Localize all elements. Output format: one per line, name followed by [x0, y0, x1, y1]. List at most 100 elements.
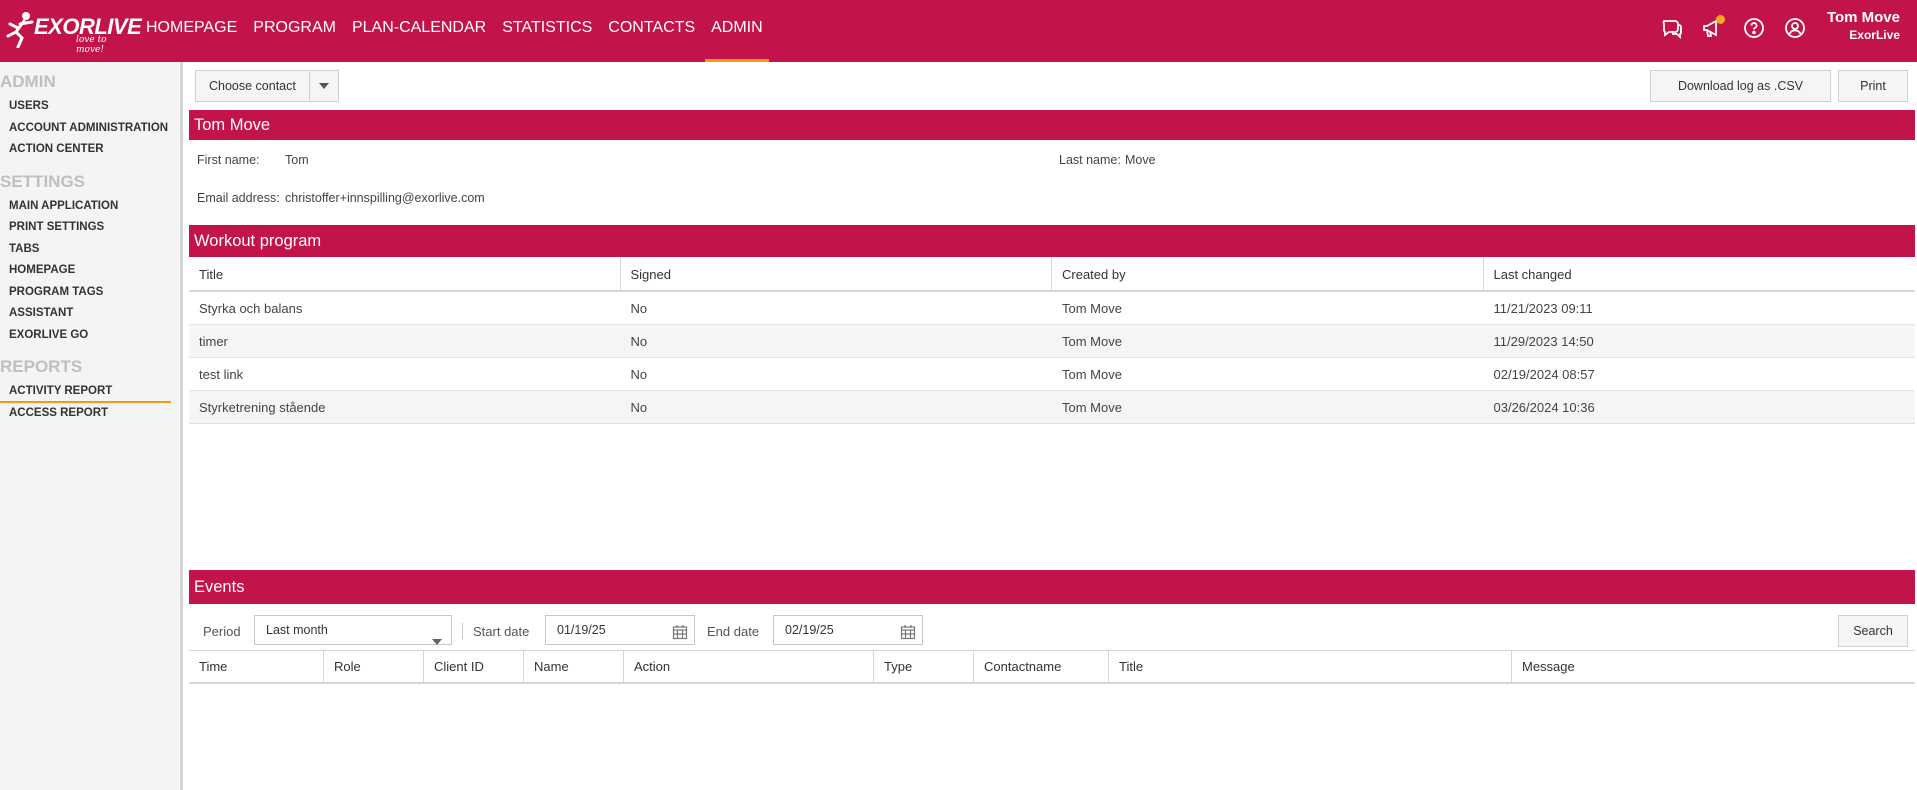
nav-homepage[interactable]: HOMEPAGE — [138, 0, 245, 62]
cell-title: timer — [199, 334, 228, 349]
sidebar-item-users[interactable]: USERS — [0, 96, 171, 118]
sidebar-item-homepage[interactable]: HOMEPAGE — [0, 260, 171, 282]
column-contactname[interactable]: Contactname — [974, 651, 1109, 683]
choose-contact-dropdown[interactable]: Choose contact — [195, 70, 339, 102]
sidebar-item-exorlive-go[interactable]: EXORLIVE GO — [0, 325, 171, 347]
cell-signed: No — [630, 367, 648, 382]
sidebar: ADMIN USERS ACCOUNT ADMINISTRATION ACTIO… — [0, 62, 183, 790]
table-header-row: Title Signed Created by Last changed — [189, 258, 1915, 292]
cell-last-changed: 11/29/2023 14:50 — [1493, 334, 1594, 349]
table-row[interactable]: Styrketrening stående No Tom Move 03/26/… — [189, 391, 1915, 424]
column-title[interactable]: Title — [1109, 651, 1512, 683]
sidebar-section-settings: SETTINGS — [0, 171, 86, 191]
cell-signed: No — [630, 301, 648, 316]
user-circle-icon[interactable] — [1780, 14, 1809, 42]
end-date-input[interactable]: 02/19/25 — [773, 615, 923, 645]
notification-dot — [1716, 15, 1725, 24]
events-table-header: Time Role Client ID Name Action Type Con… — [189, 650, 1915, 684]
report-toolbar: Choose contact Download log as .CSV Prin… — [187, 62, 1917, 108]
sidebar-section-admin: ADMIN — [0, 72, 56, 91]
events-filter-bar: Period Last month Start date 01/19/25 En… — [189, 610, 1915, 652]
sidebar-item-program-tags[interactable]: PROGRAM TAGS — [0, 282, 171, 304]
column-signed[interactable]: Signed — [621, 258, 1052, 290]
logo-tagline: love to move! — [76, 35, 107, 55]
print-button[interactable]: Print — [1838, 70, 1908, 102]
column-action[interactable]: Action — [624, 651, 874, 683]
period-select[interactable]: Last month — [254, 615, 452, 645]
sidebar-item-tabs[interactable]: TABS — [0, 239, 171, 261]
help-icon[interactable] — [1739, 14, 1768, 42]
email-label: Email address: — [197, 191, 280, 205]
column-time[interactable]: Time — [189, 651, 324, 683]
cell-created-by: Tom Move — [1062, 334, 1122, 349]
cell-last-changed: 03/26/2024 10:36 — [1493, 400, 1595, 415]
main-nav: HOMEPAGE PROGRAM PLAN-CALENDAR STATISTIC… — [138, 0, 771, 62]
last-name-label: Last name: — [1059, 153, 1121, 167]
nav-statistics[interactable]: STATISTICS — [494, 0, 600, 62]
nav-contacts[interactable]: CONTACTS — [600, 0, 703, 62]
cell-last-changed: 11/21/2023 09:11 — [1493, 301, 1593, 316]
table-row[interactable]: timer No Tom Move 11/29/2023 14:50 — [189, 325, 1915, 358]
main-content: Choose contact Download log as .CSV Prin… — [187, 62, 1917, 790]
workout-program-header: Workout program — [189, 225, 1915, 257]
cell-title: Styrketrening stående — [199, 400, 326, 415]
sidebar-item-access-report[interactable]: ACCESS REPORT — [0, 403, 171, 425]
sidebar-item-assistant[interactable]: ASSISTANT — [0, 303, 171, 325]
search-button[interactable]: Search — [1838, 615, 1908, 647]
cell-created-by: Tom Move — [1062, 301, 1122, 316]
column-role[interactable]: Role — [324, 651, 424, 683]
cell-created-by: Tom Move — [1062, 400, 1122, 415]
exorlive-logo[interactable]: EXORLIVE love to move! — [4, 10, 142, 55]
sidebar-item-action-center[interactable]: ACTION CENTER — [0, 139, 171, 161]
calendar-icon[interactable] — [900, 622, 916, 650]
chevron-down-icon[interactable] — [310, 71, 338, 101]
column-message[interactable]: Message — [1512, 651, 1915, 683]
first-name-value: Tom — [285, 153, 309, 167]
start-date-value: 01/19/25 — [557, 623, 606, 637]
nav-plan-calendar[interactable]: PLAN-CALENDAR — [344, 0, 494, 62]
workout-program-table: Title Signed Created by Last changed Sty… — [189, 258, 1915, 424]
events-header: Events — [189, 570, 1915, 604]
column-type[interactable]: Type — [874, 651, 974, 683]
sidebar-item-main-application[interactable]: MAIN APPLICATION — [0, 196, 171, 218]
sidebar-section-reports: REPORTS — [0, 357, 83, 376]
column-last-changed[interactable]: Last changed — [1484, 258, 1916, 290]
cell-signed: No — [630, 400, 648, 415]
calendar-icon[interactable] — [672, 622, 688, 650]
cell-created-by: Tom Move — [1062, 367, 1122, 382]
user-org: ExorLive — [1849, 28, 1900, 42]
user-name: Tom Move — [1826, 9, 1900, 26]
column-created-by[interactable]: Created by — [1052, 258, 1484, 290]
chat-icon[interactable] — [1657, 14, 1686, 42]
column-title[interactable]: Title — [189, 258, 621, 290]
download-csv-button[interactable]: Download log as .CSV — [1650, 70, 1831, 102]
start-date-label: Start date — [473, 624, 530, 639]
period-value: Last month — [266, 623, 328, 637]
end-date-label: End date — [707, 624, 760, 639]
email-value: christoffer+innspilling@exorlive.com — [285, 191, 485, 205]
top-bar: EXORLIVE love to move! HOMEPAGE PROGRAM … — [0, 0, 1917, 62]
table-row[interactable]: Styrka och balans No Tom Move 11/21/2023… — [189, 292, 1915, 325]
cell-last-changed: 02/19/2024 08:57 — [1493, 367, 1595, 382]
header-icons — [1657, 14, 1809, 42]
megaphone-icon[interactable] — [1698, 14, 1727, 42]
sidebar-item-account-administration[interactable]: ACCOUNT ADMINISTRATION — [0, 118, 171, 140]
column-client-id[interactable]: Client ID — [424, 651, 524, 683]
table-row[interactable]: test link No Tom Move 02/19/2024 08:57 — [189, 358, 1915, 391]
start-date-input[interactable]: 01/19/25 — [545, 615, 695, 645]
user-menu[interactable]: Tom Move ExorLive — [1827, 9, 1900, 42]
period-label: Period — [203, 624, 241, 639]
column-name[interactable]: Name — [524, 651, 624, 683]
running-figure-icon — [6, 12, 34, 48]
nav-admin[interactable]: ADMIN — [703, 0, 771, 62]
nav-program[interactable]: PROGRAM — [245, 0, 344, 62]
contact-header: Tom Move — [189, 110, 1915, 140]
sidebar-item-print-settings[interactable]: PRINT SETTINGS — [0, 217, 171, 239]
sidebar-item-activity-report[interactable]: ACTIVITY REPORT — [0, 381, 171, 403]
end-date-value: 02/19/25 — [785, 623, 834, 637]
filter-divider — [462, 623, 463, 639]
cell-title: Styrka och balans — [199, 301, 303, 316]
first-name-label: First name: — [197, 153, 260, 167]
cell-title: test link — [199, 367, 244, 382]
choose-contact-label: Choose contact — [196, 71, 310, 101]
